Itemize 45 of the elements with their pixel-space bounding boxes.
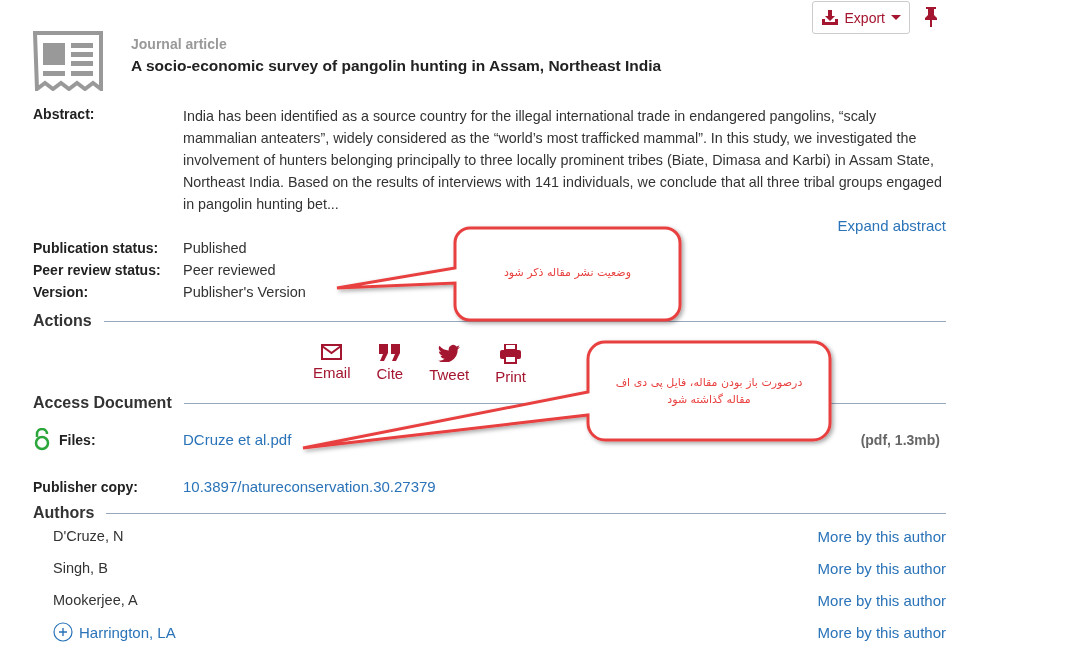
article-title: A socio-economic survey of pangolin hunting in Assam, Northeast India: [131, 57, 662, 75]
pin-icon: [922, 6, 940, 28]
field-value: Publisher's Version: [183, 283, 306, 302]
download-icon: [820, 9, 839, 26]
author-entry[interactable]: Harrington, LA: [53, 622, 176, 642]
section-heading: Access Document: [33, 394, 172, 412]
printer-icon: [500, 344, 522, 364]
expand-abstract-link[interactable]: Expand abstract: [837, 217, 946, 234]
field-label: Version:: [33, 283, 90, 302]
file-info: (pdf, 1.3mb): [860, 431, 940, 448]
newspaper-icon: [33, 31, 103, 91]
action-print-link[interactable]: Print: [495, 344, 527, 385]
action-cite-link[interactable]: Cite: [376, 344, 404, 385]
action-tweet-link[interactable]: Tweet: [429, 344, 470, 385]
article-type: Journal article: [131, 36, 228, 52]
plus-circle-icon: [53, 622, 73, 642]
section-heading: Authors: [33, 504, 95, 522]
author-name: Mookerjee, A: [53, 592, 138, 608]
action-email-link[interactable]: Email: [312, 344, 351, 385]
author-name: D'Cruze, N: [53, 528, 124, 544]
field-value: Published: [183, 239, 247, 258]
caret-icon: [891, 15, 901, 20]
more-by-author-link[interactable]: More by this author: [817, 623, 946, 641]
more-by-author-link[interactable]: More by this author: [817, 591, 946, 609]
file-link[interactable]: DCruze et al.pdf: [183, 431, 861, 448]
more-by-author-link[interactable]: More by this author: [817, 559, 946, 577]
author-link[interactable]: Harrington, LA: [79, 623, 176, 641]
envelope-icon: [321, 344, 343, 360]
field-value: Peer reviewed: [183, 261, 276, 280]
export-button[interactable]: Export: [811, 1, 910, 34]
doi-link[interactable]: 10.3897/natureconservation.30.27379: [183, 478, 436, 495]
bird-icon: [438, 344, 461, 362]
section-heading: Actions: [33, 312, 92, 330]
abstract-text: India has been identified as a source country for the illegal international trade in endangered pangolins, “scaly mammalian anteaters”, widely considered as the “world’s most trafficked mammal”. In this study, we investigated the involvement of hunters belonging principally to three locally prominent tribes (Biate, Dimasa and Karbi) in Assam State, Northeast India. Based on the results of interviews with 141 individuals, we conclude that all three tribal groups engaged in pangolin hunting bet...: [183, 107, 943, 214]
callout-text: درصورت باز بودن مقاله، فایل پی دی اف مقاله گذاشته شود: [614, 375, 804, 408]
author-name: Singh, B: [53, 560, 108, 576]
field-label: Peer review status:: [33, 261, 162, 280]
field-label: Publisher copy:: [33, 478, 140, 495]
open-lock-icon: [33, 428, 51, 451]
more-by-author-link[interactable]: More by this author: [817, 527, 946, 545]
quote-icon: [379, 344, 401, 361]
field-label: Files:: [59, 431, 96, 448]
field-label: Publication status:: [33, 239, 160, 258]
field-label: Abstract:: [33, 105, 96, 124]
callout-text: وضعیت نشر مقاله ذکر شود: [502, 265, 633, 281]
